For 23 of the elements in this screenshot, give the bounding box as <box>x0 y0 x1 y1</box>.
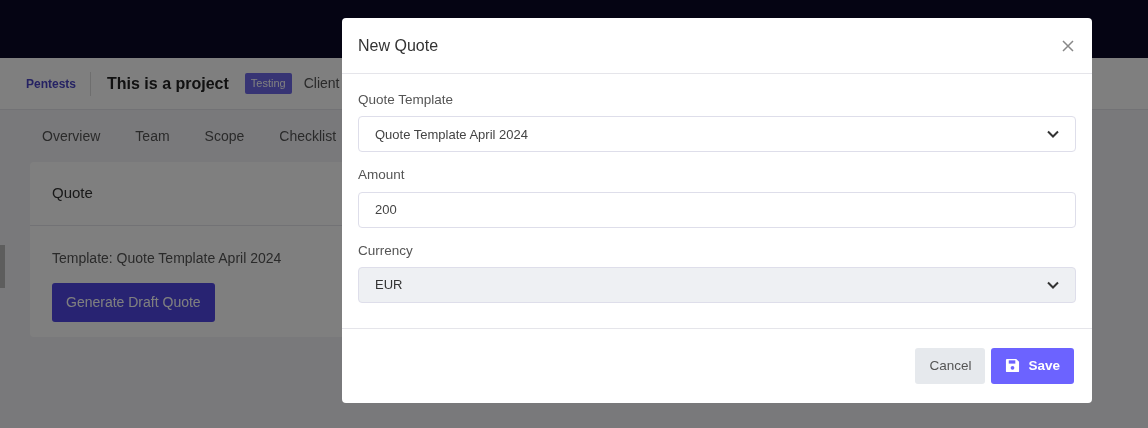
save-button[interactable]: Save <box>991 347 1074 384</box>
cancel-button[interactable]: Cancel <box>915 347 986 384</box>
tab[interactable]: Checklist <box>279 125 355 147</box>
modal-title: New Quote <box>358 35 439 56</box>
field-label: Currency <box>358 241 414 260</box>
field-label: Quote Template <box>358 91 455 109</box>
tab[interactable]: Scope <box>204 125 263 147</box>
side-handle[interactable] <box>0 245 5 288</box>
chevron-down-icon <box>1047 130 1059 139</box>
generate-button[interactable]: Generate Draft Quote <box>52 282 215 322</box>
close-icon <box>1062 40 1074 53</box>
field-label: Amount <box>358 166 406 185</box>
save-icon <box>1005 358 1021 374</box>
tab[interactable]: Overview <box>42 125 119 147</box>
select-field[interactable]: Quote Template April 2024 <box>358 116 1076 153</box>
template-text: Template: Quote Template April 2024 <box>52 248 282 268</box>
input-field[interactable]: 200 <box>358 191 1076 228</box>
tab[interactable]: Team <box>135 125 188 147</box>
status-badge: Testing <box>244 73 292 94</box>
project-title: This is a project <box>107 73 229 94</box>
breadcrumb-link[interactable]: Pentests <box>26 71 92 96</box>
chevron-down-icon <box>1047 280 1059 289</box>
client-label: Client <box>303 74 340 93</box>
